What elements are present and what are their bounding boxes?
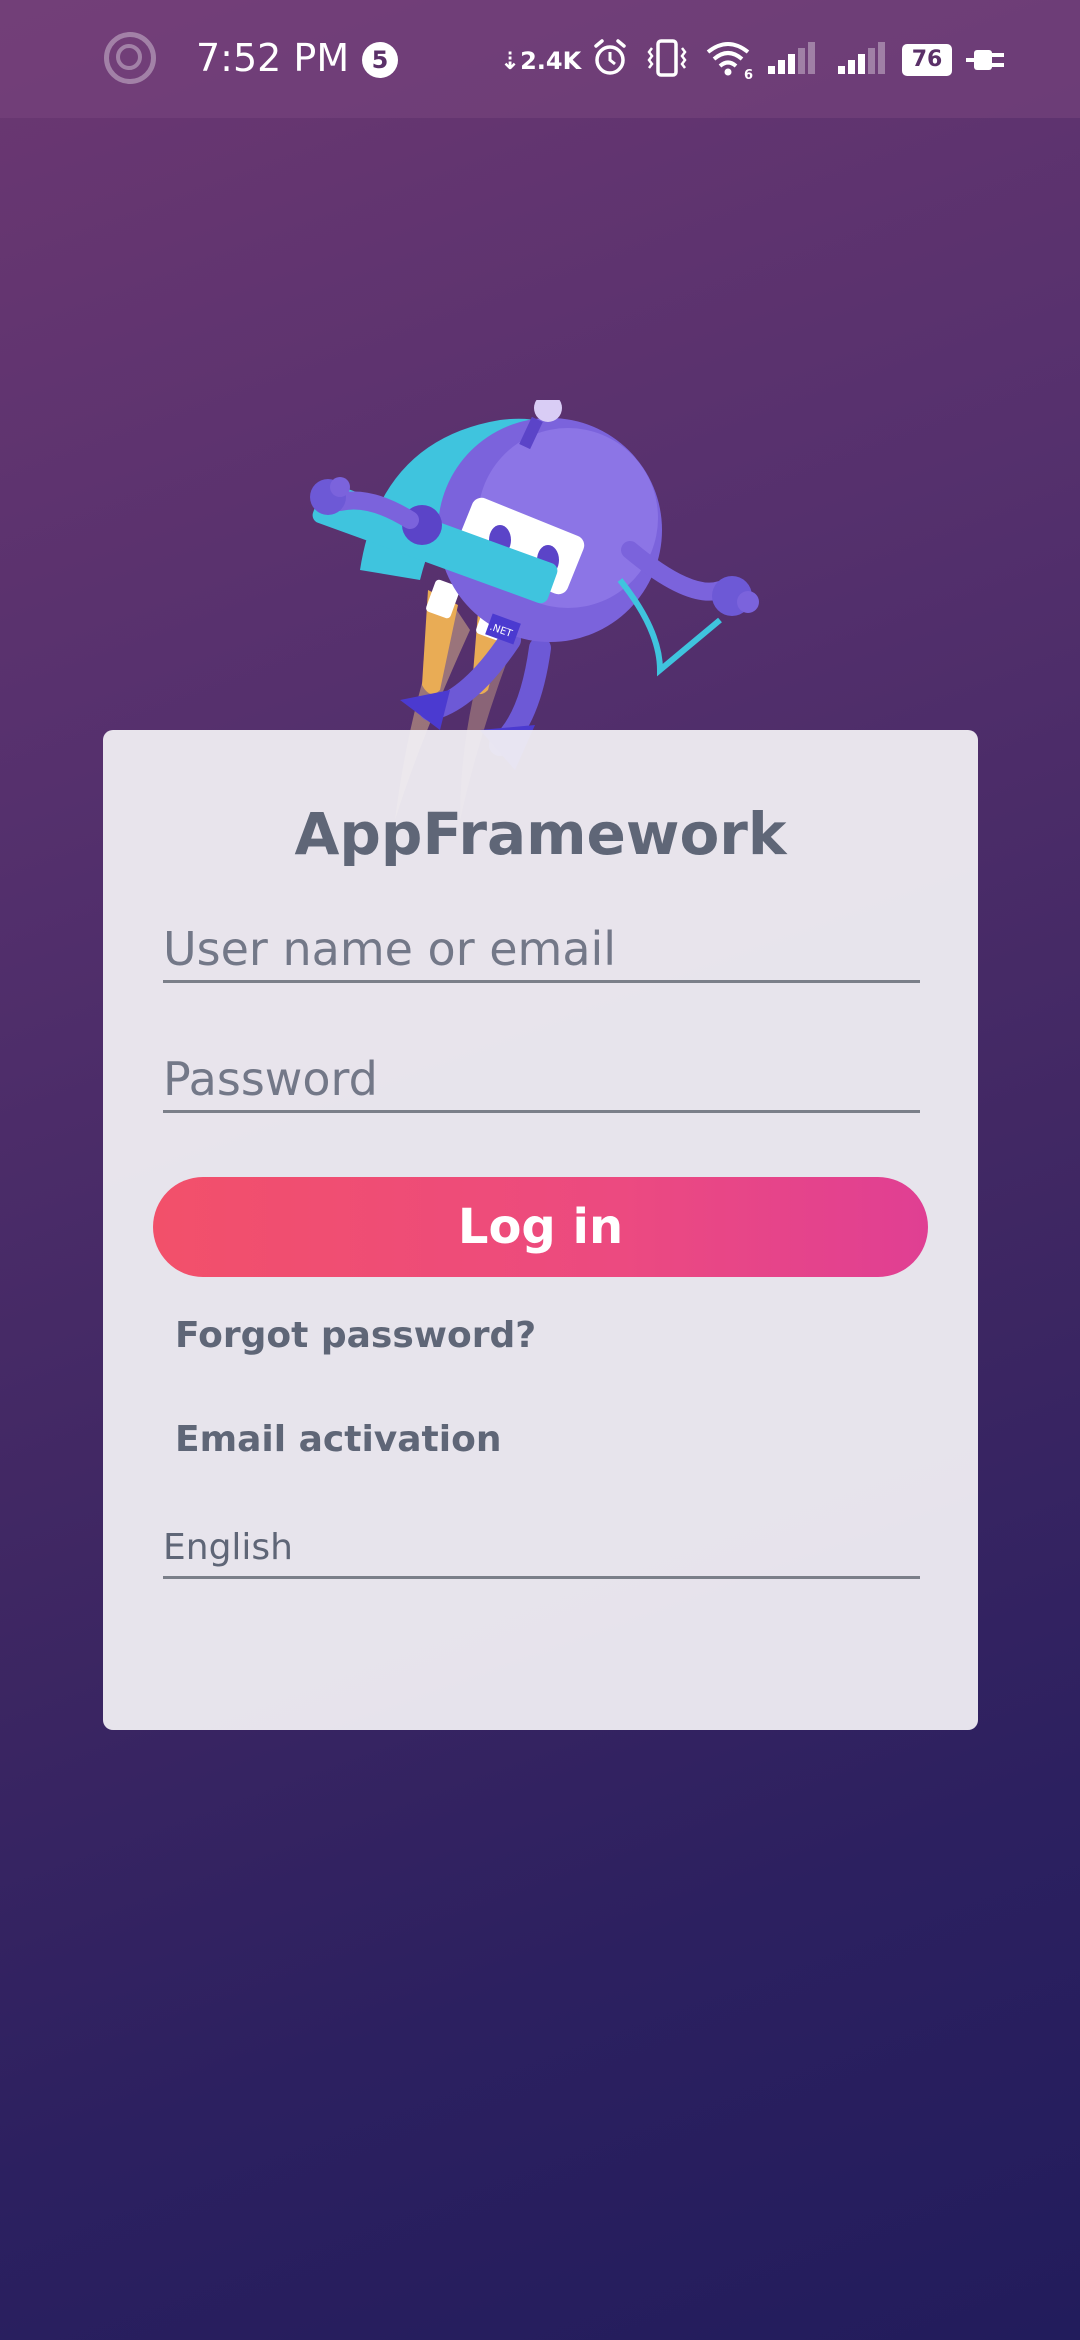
email-activation-link[interactable]: Email activation — [175, 1416, 501, 1464]
password-input[interactable] — [163, 1052, 920, 1106]
network-speed: ⇣2.4K — [500, 47, 582, 75]
forgot-password-link[interactable]: Forgot password? — [175, 1312, 536, 1360]
svg-text:6: 6 — [744, 68, 753, 80]
username-input[interactable] — [163, 922, 920, 976]
app-title: AppFramework — [294, 800, 787, 868]
wifi-icon: 6 — [706, 42, 753, 80]
notification-badge: 5 — [362, 42, 398, 78]
signal-icon — [838, 42, 885, 74]
status-bar: 7:52 PM 5 ⇣2.4K 6 76 — [0, 0, 1080, 118]
battery-icon: 76 — [902, 44, 952, 76]
vibrate-icon — [647, 39, 687, 77]
language-select[interactable]: English — [163, 1512, 920, 1579]
password-field — [163, 1034, 920, 1113]
charging-icon — [966, 50, 1004, 70]
signal-icon — [768, 42, 815, 74]
login-button[interactable]: Log in — [153, 1177, 928, 1277]
record-icon — [104, 32, 156, 84]
alarm-icon — [594, 39, 626, 75]
username-field — [163, 904, 920, 983]
status-time: 7:52 PM — [196, 36, 350, 80]
login-card: AppFramework Log in Forgot password? Ema… — [103, 730, 978, 1730]
language-select-value: English — [163, 1527, 293, 1568]
